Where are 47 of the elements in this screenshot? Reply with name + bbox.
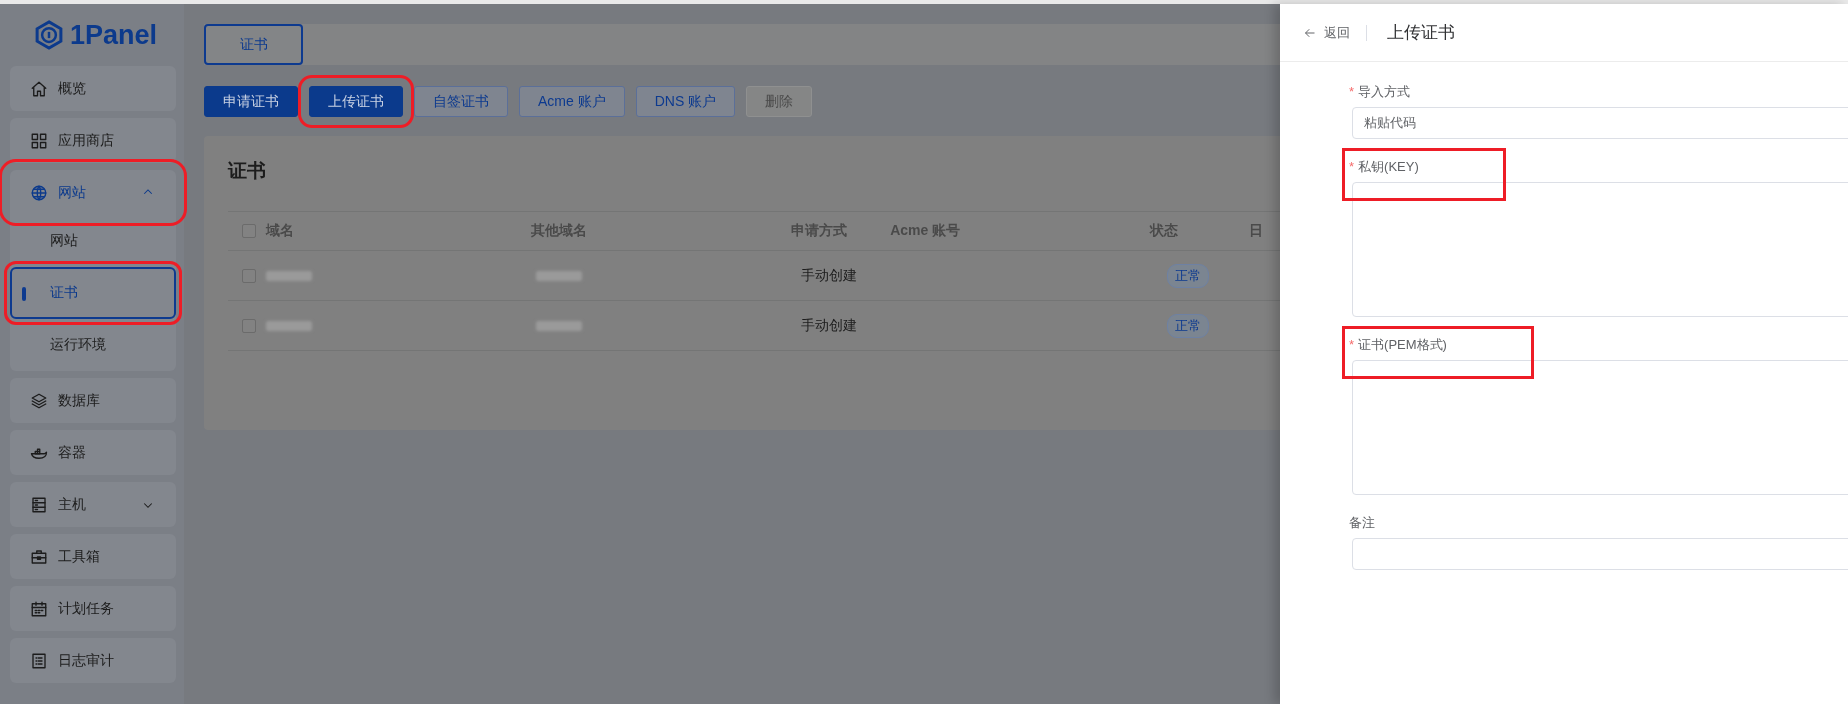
field-label: * 证书(PEM格式) bbox=[1349, 336, 1448, 354]
grid-icon bbox=[30, 131, 48, 150]
hexagon-logo-icon bbox=[34, 19, 64, 51]
nav-item[interactable]: 概览 bbox=[10, 66, 176, 111]
field-label: * 导入方式 bbox=[1349, 83, 1412, 101]
tab[interactable]: 证书 bbox=[204, 24, 303, 65]
select-field[interactable]: 粘贴代码 bbox=[1352, 107, 1848, 139]
text-area[interactable] bbox=[1352, 182, 1848, 317]
nav-item[interactable]: 日志审计 bbox=[10, 638, 176, 683]
nav-item[interactable]: 容器 bbox=[10, 430, 176, 475]
list-icon bbox=[30, 651, 48, 670]
redacted-text bbox=[266, 270, 312, 281]
redacted-text bbox=[536, 270, 582, 281]
redacted-text bbox=[536, 320, 582, 331]
status-tag: 正常 bbox=[1167, 263, 1209, 288]
toolbar-button[interactable]: DNS 账户 bbox=[635, 86, 736, 117]
nav-item[interactable]: 网站 bbox=[10, 170, 176, 215]
arrow-left-icon bbox=[1304, 26, 1316, 39]
logo-text: 1Panel bbox=[70, 19, 158, 51]
home-icon bbox=[30, 79, 48, 98]
field-label: * 私钥(KEY) bbox=[1349, 158, 1420, 176]
toolbar-button[interactable]: 申请证书 bbox=[204, 86, 298, 117]
nav-item[interactable]: 计划任务 bbox=[10, 586, 176, 631]
table-cell-text: 手动创建 bbox=[800, 316, 858, 335]
globe-icon bbox=[30, 183, 48, 202]
nav-item[interactable]: 数据库 bbox=[10, 378, 176, 423]
layers-icon bbox=[30, 391, 48, 410]
redacted-text bbox=[266, 320, 312, 331]
back-link[interactable]: 返回 bbox=[1304, 23, 1350, 42]
toolbar-button[interactable]: 自签证书 bbox=[414, 86, 508, 117]
nav-subitem[interactable]: 网站 bbox=[10, 215, 176, 267]
text-area[interactable] bbox=[1352, 360, 1848, 495]
table-cell-text: 手动创建 bbox=[800, 266, 858, 285]
field-label: 备注 bbox=[1349, 514, 1376, 532]
nav-item[interactable]: 应用商店 bbox=[10, 118, 176, 163]
selection-bar bbox=[22, 287, 26, 301]
calendar-icon bbox=[30, 599, 48, 618]
toolbox-icon bbox=[30, 547, 48, 566]
server-icon bbox=[30, 495, 48, 514]
toolbar-button[interactable]: Acme 账户 bbox=[519, 86, 625, 117]
status-tag: 正常 bbox=[1167, 313, 1209, 338]
nav-subitem[interactable]: 运行环境 bbox=[10, 319, 176, 371]
nav-item[interactable]: 工具箱 bbox=[10, 534, 176, 579]
input-field[interactable] bbox=[1352, 538, 1848, 570]
drawer-title: 上传证书 bbox=[1387, 22, 1455, 44]
card-title: 证书 bbox=[228, 160, 267, 182]
nav-item[interactable]: 主机 bbox=[10, 482, 176, 527]
